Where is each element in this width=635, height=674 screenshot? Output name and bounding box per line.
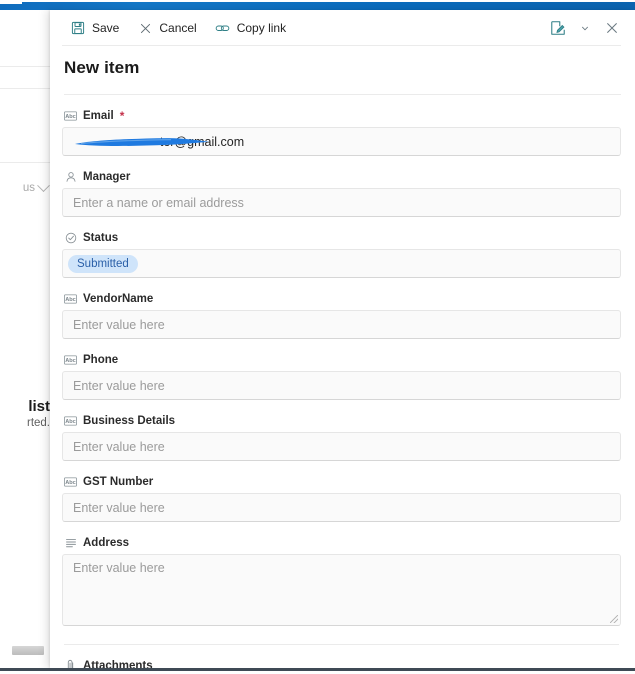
field-attachments: Attachments Add attachments [62, 645, 621, 668]
link-icon [215, 20, 231, 36]
background-status-filter[interactable]: us [22, 178, 50, 194]
save-button-label: Save [92, 21, 120, 35]
svg-text:Abc: Abc [65, 114, 76, 120]
field-address-label: Address [62, 536, 621, 554]
page-title: New item [64, 58, 140, 77]
status-field[interactable]: Submitted [62, 249, 621, 278]
close-icon[interactable] [597, 14, 627, 42]
field-vendorname-label-text: VendorName [83, 292, 154, 305]
field-manager-label-text: Manager [83, 170, 131, 183]
command-bar-left-group: Save Cancel Copy link [62, 14, 294, 42]
background-empty-subtitle: rted. [26, 417, 50, 429]
resize-handle[interactable] [610, 615, 618, 623]
manager-field[interactable]: Enter a name or email address [62, 188, 621, 217]
field-address: Address Enter value here [62, 522, 621, 626]
svg-text:Abc: Abc [65, 358, 76, 364]
new-item-panel: Save Cancel Copy link New item Abc Email… [50, 10, 635, 668]
field-manager-label: Manager [62, 170, 621, 188]
cancel-button[interactable]: Cancel [129, 14, 204, 42]
chevron-down-icon [37, 178, 50, 192]
gst-number-placeholder: Enter value here [73, 500, 165, 515]
business-details-field[interactable]: Enter value here [62, 432, 621, 461]
command-bar-right-group [543, 14, 627, 42]
multiline-text-icon [64, 536, 77, 549]
close-x-icon [137, 20, 153, 36]
email-value: ter@gmail.com [159, 134, 245, 149]
email-value-wrap: vendorname.pe ter@gmail.com [73, 135, 610, 149]
svg-text:Abc: Abc [65, 419, 76, 425]
gst-number-field[interactable]: Enter value here [62, 493, 621, 522]
background-divider [0, 88, 52, 89]
field-vendorname-label: Abc VendorName [62, 292, 621, 310]
status-badge: Submitted [68, 254, 138, 273]
field-attachments-label: Attachments [62, 659, 621, 668]
save-button[interactable]: Save [62, 14, 127, 42]
svg-text:Abc: Abc [65, 480, 76, 486]
abc-text-icon: Abc [64, 414, 77, 427]
vendorname-field[interactable]: Enter value here [62, 310, 621, 339]
field-manager: Manager Enter a name or email address [62, 156, 621, 217]
phone-field[interactable]: Enter value here [62, 371, 621, 400]
phone-placeholder: Enter value here [73, 378, 165, 393]
field-attachments-label-text: Attachments [83, 659, 153, 669]
abc-text-icon: Abc [64, 292, 77, 305]
svg-text:Abc: Abc [65, 297, 76, 303]
field-status-label-text: Status [83, 231, 119, 244]
field-address-label-text: Address [83, 536, 130, 549]
copy-link-button-label: Copy link [236, 21, 287, 35]
background-empty-title: list [28, 398, 50, 415]
chevron-down-icon[interactable] [575, 14, 595, 42]
panel-command-bar: Save Cancel Copy link [50, 10, 635, 46]
abc-text-icon: Abc [64, 475, 77, 488]
field-phone-label-text: Phone [83, 353, 119, 366]
field-status-label: Status [62, 231, 621, 249]
copy-link-button[interactable]: Copy link [207, 14, 294, 42]
horizontal-scrollbar[interactable] [12, 646, 44, 655]
top-bar-notch [0, 0, 22, 4]
save-icon [70, 20, 86, 36]
field-email: Abc Email * vendorname.pe ter@gmail.com [62, 95, 621, 156]
field-status: Status Submitted [62, 217, 621, 278]
screenshot-root: us list rted. Save Cancel Copy link New … [0, 0, 635, 674]
field-business-details-label: Abc Business Details [62, 414, 621, 432]
background-status-filter-label: us [22, 182, 35, 194]
circle-check-icon [64, 231, 77, 244]
business-details-placeholder: Enter value here [73, 439, 165, 454]
paperclip-icon [64, 659, 77, 668]
vendorname-placeholder: Enter value here [73, 317, 165, 332]
field-business-details-label-text: Business Details [83, 414, 176, 427]
manager-placeholder: Enter a name or email address [73, 195, 244, 210]
field-email-label: Abc Email * [62, 109, 621, 127]
field-gst-number-label: Abc GST Number [62, 475, 621, 493]
address-field[interactable]: Enter value here [62, 554, 621, 626]
cancel-button-label: Cancel [159, 21, 197, 35]
edit-in-grid-icon[interactable] [543, 14, 573, 42]
required-asterisk: * [119, 108, 125, 123]
field-email-label-text: Email [83, 109, 114, 122]
field-gst-number-label-text: GST Number [83, 475, 154, 488]
background-list-page: us list rted. [0, 10, 52, 665]
background-divider [0, 66, 52, 67]
person-icon [64, 170, 77, 183]
address-placeholder: Enter value here [73, 561, 165, 575]
email-field[interactable]: vendorname.pe ter@gmail.com [62, 127, 621, 156]
field-phone: Abc Phone Enter value here [62, 339, 621, 400]
new-item-form: New item Abc Email * ter@gmail.com Manag… [50, 46, 635, 668]
background-divider [0, 162, 52, 163]
abc-text-icon: Abc [64, 109, 77, 122]
command-bar-divider [62, 45, 621, 46]
field-phone-label: Abc Phone [62, 353, 621, 371]
field-gst-number: Abc GST Number Enter value here [62, 461, 621, 522]
abc-text-icon: Abc [64, 353, 77, 366]
background-empty-state: list rted. [27, 398, 50, 431]
suite-top-bar [0, 2, 635, 10]
field-business-details: Abc Business Details Enter value here [62, 400, 621, 461]
panel-scroll-region[interactable]: Save Cancel Copy link New item Abc Email… [50, 10, 635, 668]
field-vendorname: Abc VendorName Enter value here [62, 278, 621, 339]
